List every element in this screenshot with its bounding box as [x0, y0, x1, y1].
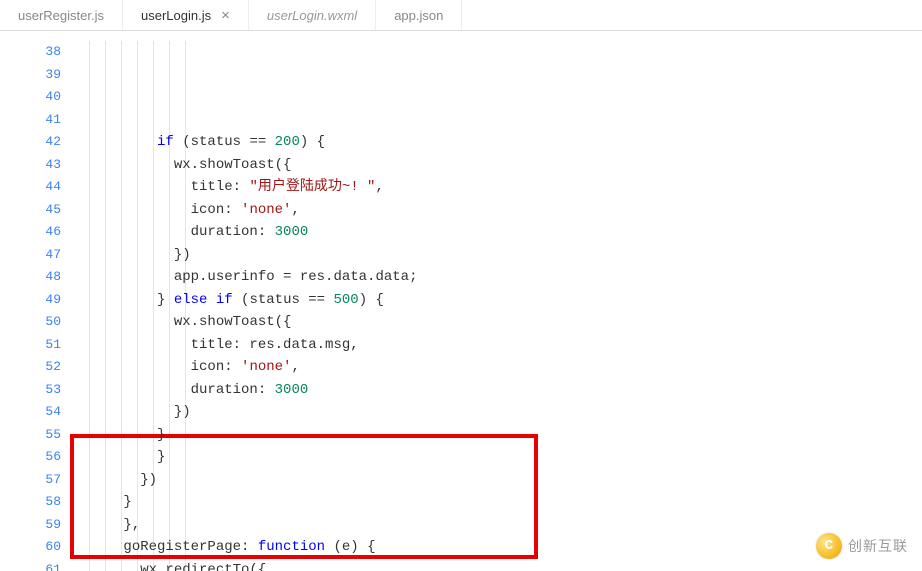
line-number: 47: [35, 244, 65, 267]
logo-text: 创新互联: [848, 536, 908, 556]
tab-label: app.json: [394, 8, 443, 23]
line-number: 54: [35, 401, 65, 424]
line-number: 55: [35, 424, 65, 447]
line-number: 59: [35, 514, 65, 537]
line-number: 51: [35, 334, 65, 357]
code-line: },: [73, 514, 922, 537]
tab-userlogin-js[interactable]: userLogin.js ×: [123, 0, 249, 30]
code-line: }): [73, 244, 922, 267]
line-number: 39: [35, 64, 65, 87]
code-line: duration: 3000: [73, 221, 922, 244]
editor: 3839404142434445464748495051525354555657…: [0, 31, 922, 571]
line-number-gutter: 3839404142434445464748495051525354555657…: [35, 31, 65, 571]
editor-margin: [0, 31, 35, 571]
tab-userlogin-wxml[interactable]: userLogin.wxml: [249, 0, 376, 30]
tab-bar: userRegister.js userLogin.js × userLogin…: [0, 0, 922, 31]
close-icon[interactable]: ×: [221, 7, 230, 24]
line-number: 50: [35, 311, 65, 334]
line-number: 56: [35, 446, 65, 469]
code-line: }: [73, 491, 922, 514]
tab-label: userLogin.js: [141, 8, 211, 23]
code-line: }: [73, 424, 922, 447]
line-number: 61: [35, 559, 65, 571]
code-line: } else if (status == 500) {: [73, 289, 922, 312]
line-number: 45: [35, 199, 65, 222]
line-number: 44: [35, 176, 65, 199]
tab-userregister-js[interactable]: userRegister.js: [0, 0, 123, 30]
line-number: 53: [35, 379, 65, 402]
line-number: 60: [35, 536, 65, 559]
line-number: 57: [35, 469, 65, 492]
line-number: 41: [35, 109, 65, 132]
code-line: wx.redirectTo({: [73, 559, 922, 571]
line-number: 42: [35, 131, 65, 154]
code-line: app.userinfo = res.data.data;: [73, 266, 922, 289]
line-number: 48: [35, 266, 65, 289]
tab-label: userLogin.wxml: [267, 8, 357, 23]
tab-app-json[interactable]: app.json: [376, 0, 462, 30]
code-line: }): [73, 401, 922, 424]
code-line: icon: 'none',: [73, 199, 922, 222]
line-number: 40: [35, 86, 65, 109]
code-line: }): [73, 469, 922, 492]
line-number: 38: [35, 41, 65, 64]
code-area[interactable]: if (status == 200) { wx.showToast({ titl…: [65, 31, 922, 571]
code-line: goRegisterPage: function (e) {: [73, 536, 922, 559]
code-line: wx.showToast({: [73, 311, 922, 334]
code-line: title: res.data.msg,: [73, 334, 922, 357]
code-line: if (status == 200) {: [73, 131, 922, 154]
code-line: }: [73, 446, 922, 469]
line-number: 58: [35, 491, 65, 514]
logo-icon: C: [816, 533, 842, 559]
line-number: 46: [35, 221, 65, 244]
line-number: 49: [35, 289, 65, 312]
line-number: 52: [35, 356, 65, 379]
code-line: title: "用户登陆成功~! ",: [73, 176, 922, 199]
code-line: icon: 'none',: [73, 356, 922, 379]
code-line: wx.showToast({: [73, 154, 922, 177]
tab-label: userRegister.js: [18, 8, 104, 23]
line-number: 43: [35, 154, 65, 177]
code-line: duration: 3000: [73, 379, 922, 402]
watermark-logo: C 创新互联: [816, 533, 908, 559]
